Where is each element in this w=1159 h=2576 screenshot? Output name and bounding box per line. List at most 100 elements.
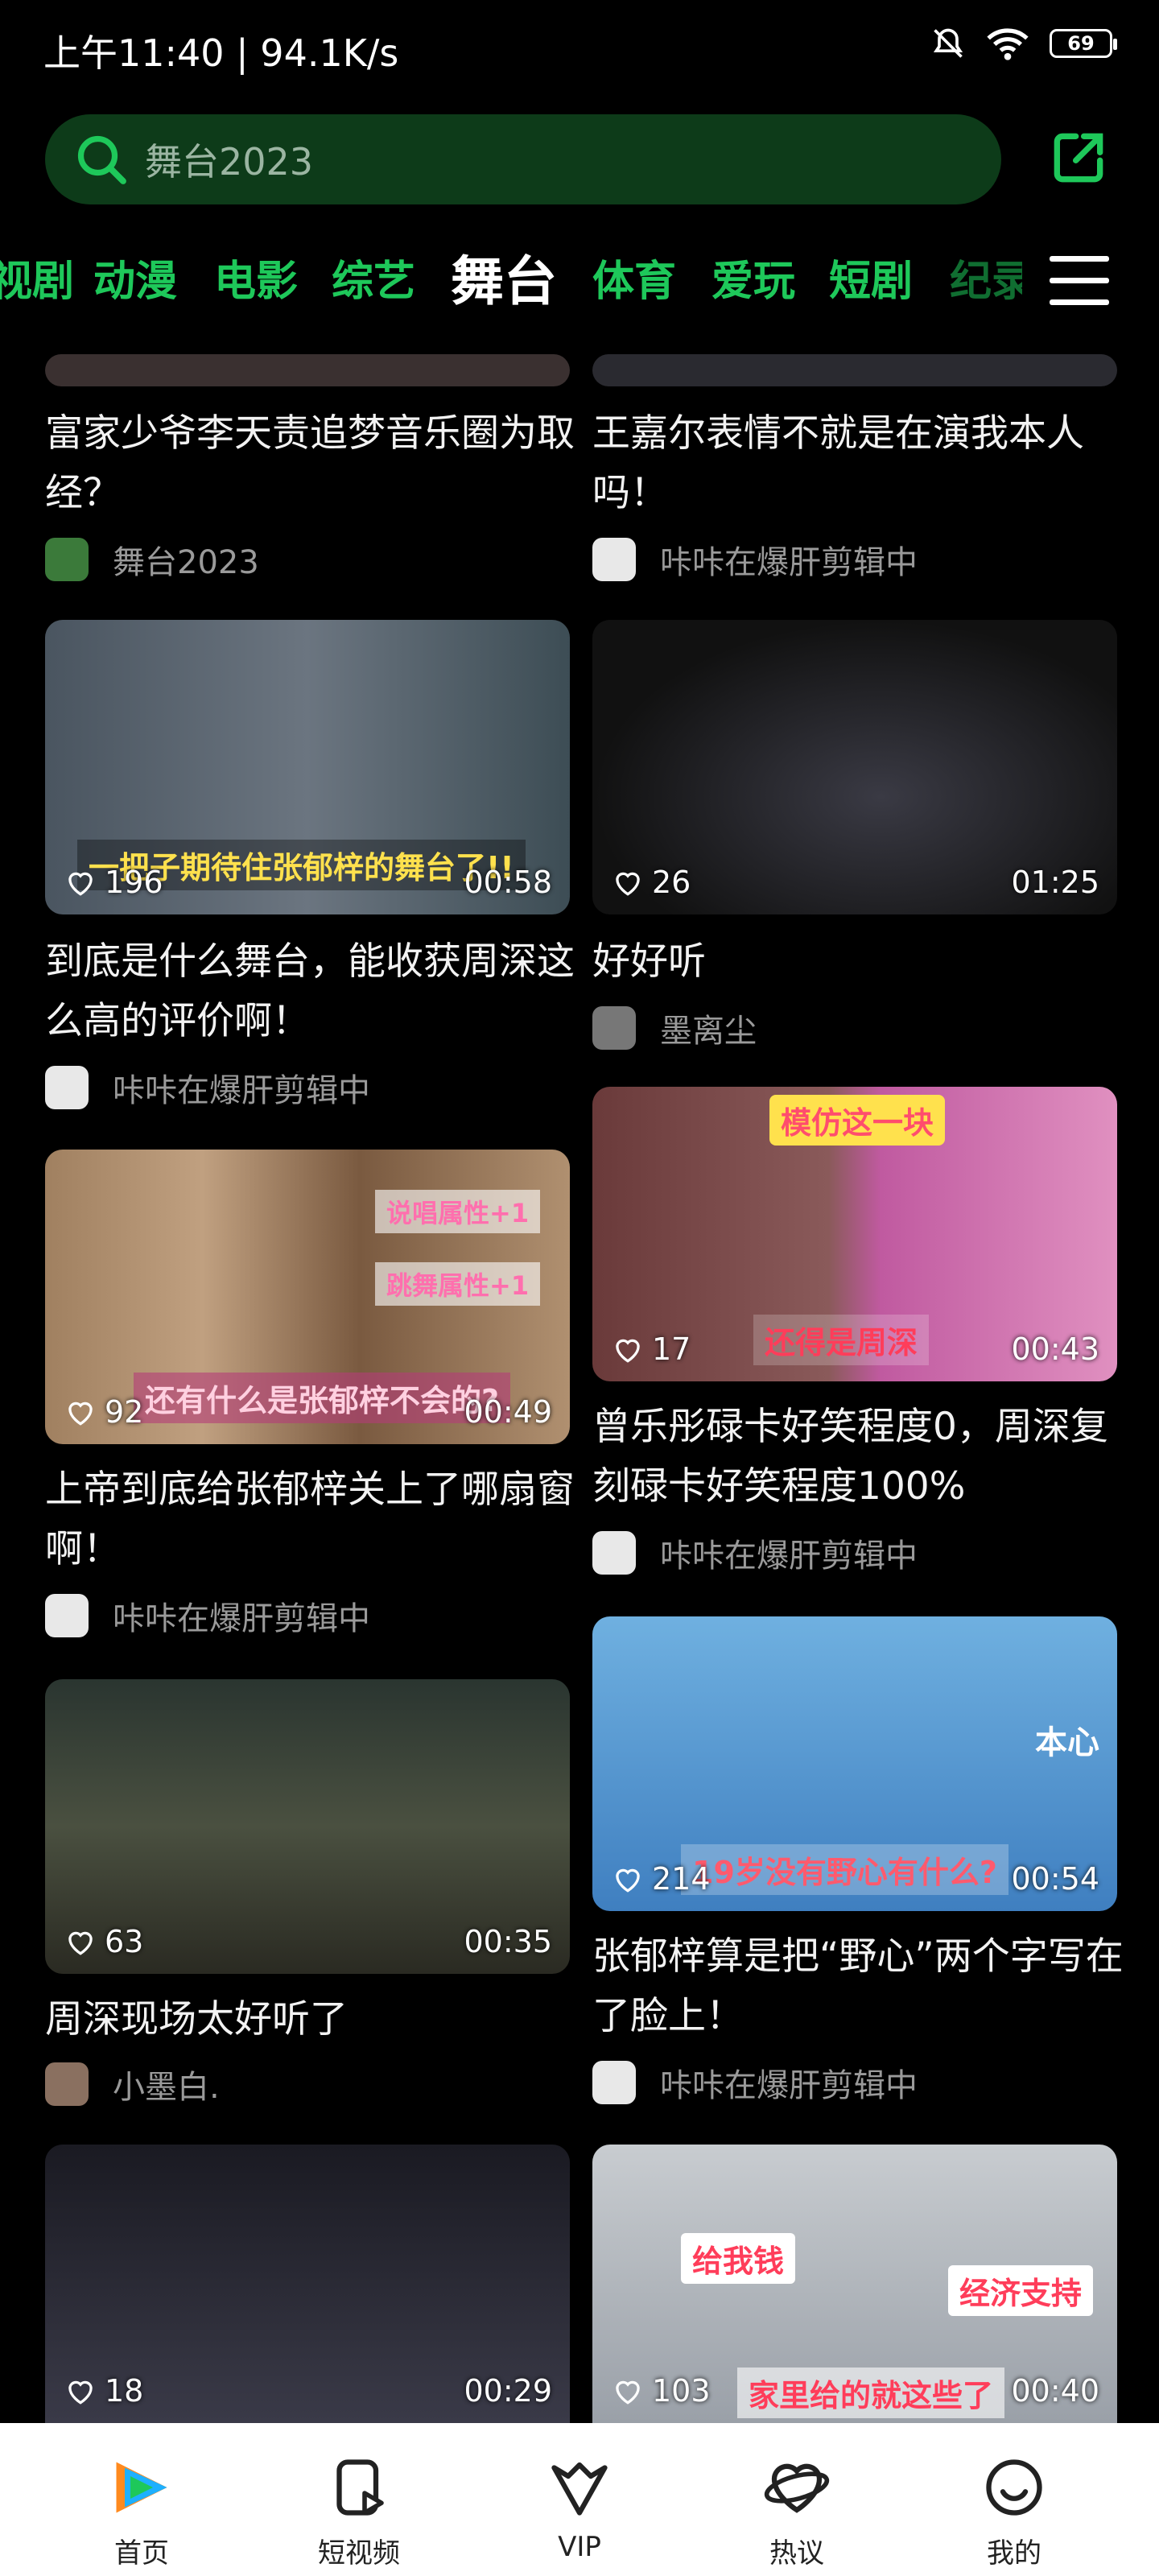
video-thumbnail[interactable]: 26 01:25 — [592, 620, 1117, 914]
avatar — [45, 2062, 89, 2106]
like-count: 103 — [612, 2373, 711, 2409]
video-duration: 00:49 — [464, 1394, 552, 1430]
heart-icon — [68, 1931, 93, 1955]
video-title[interactable]: 张郁梓算是把“野心”两个字写在了脸上！ — [592, 1927, 1124, 2046]
nav-label: 首页 — [114, 2537, 169, 2570]
video-author[interactable]: 咔咔在爆肝剪辑中 — [45, 1064, 370, 1111]
nav-profile[interactable]: 我的 — [934, 2423, 1095, 2576]
avatar — [45, 1066, 89, 1109]
heart-icon — [68, 872, 93, 896]
thumbnail-caption: 模仿这一块 — [769, 1095, 946, 1146]
video-thumbnail[interactable]: 本心 19岁没有野心有什么? 214 00:54 — [592, 1616, 1117, 1911]
video-thumbnail[interactable]: 给我钱 经济支持 家里给的就这些了 103 00:40 — [592, 2145, 1117, 2423]
heart-icon — [68, 1402, 93, 1426]
nav-label: 我的 — [987, 2537, 1041, 2570]
video-title[interactable]: 富家少爷李天责追梦音乐圈为取经？ — [45, 404, 576, 523]
nav-label: 热议 — [769, 2537, 824, 2570]
like-count: 26 — [612, 865, 691, 900]
nav-label: 短视频 — [318, 2537, 400, 2570]
nav-vip[interactable]: VIP — [499, 2423, 660, 2576]
tab-movie[interactable]: 电影 — [214, 242, 298, 322]
short-video-icon — [336, 2459, 384, 2516]
smiley-face-icon — [986, 2459, 1042, 2516]
nav-label: VIP — [558, 2531, 601, 2563]
tab-stage[interactable]: 舞台 — [451, 242, 557, 322]
video-duration: 00:43 — [1011, 1331, 1099, 1367]
heart-icon — [68, 2380, 93, 2405]
author-name: 咔咔在爆肝剪辑中 — [660, 544, 918, 581]
avatar — [45, 1594, 89, 1637]
video-author[interactable]: 咔咔在爆肝剪辑中 — [592, 1530, 918, 1576]
nav-discussion[interactable]: 热议 — [716, 2423, 877, 2576]
search-query: 舞台2023 — [145, 140, 314, 184]
author-name: 舞台2023 — [113, 544, 259, 581]
video-title[interactable]: 王嘉尔表情不就是在演我本人吗！ — [592, 404, 1124, 523]
tab-sports[interactable]: 体育 — [592, 242, 676, 322]
battery-icon: 69 — [1050, 29, 1117, 58]
share-icon[interactable] — [1046, 126, 1111, 190]
search-icon — [77, 135, 126, 184]
status-icons: 69 — [930, 26, 1117, 61]
video-title[interactable]: 曾乐彤碌卡好笑程度0，周深复刻碌卡好笑程度100% — [592, 1397, 1124, 1517]
video-title[interactable]: 好好听 — [592, 932, 1124, 992]
video-author[interactable]: 舞台2023 — [45, 536, 259, 583]
video-author[interactable]: 小墨白. — [45, 2061, 220, 2107]
video-title[interactable]: 上帝到底给张郁梓关上了哪扇窗啊！ — [45, 1460, 576, 1579]
author-name: 墨离尘 — [660, 1013, 757, 1050]
tencent-video-logo-icon — [116, 2462, 167, 2513]
video-thumbnail[interactable]: 63 00:35 — [45, 1679, 570, 1974]
wifi-icon — [987, 28, 1029, 60]
video-thumbnail[interactable] — [45, 354, 570, 386]
video-thumbnail[interactable]: 一把子期待住张郁梓的舞台了!! 196 00:58 — [45, 620, 570, 914]
category-tabs: 视剧 动漫 电影 综艺 舞台 体育 爱玩 短剧 纪录 — [0, 242, 1022, 322]
avatar — [592, 538, 636, 581]
video-duration: 00:29 — [464, 2373, 552, 2409]
tab-short-drama[interactable]: 短剧 — [829, 242, 913, 322]
tab-play[interactable]: 爱玩 — [711, 242, 795, 322]
thumbnail-caption: 家里给的就这些了 — [737, 2368, 1005, 2418]
video-thumbnail[interactable]: 18 00:29 — [45, 2145, 570, 2423]
tab-variety[interactable]: 综艺 — [332, 242, 415, 322]
like-count: 214 — [612, 1861, 711, 1897]
like-count: 17 — [612, 1331, 691, 1367]
tab-documentary[interactable]: 纪录 — [950, 242, 1022, 322]
status-time: 上午11:40 | 94.1K/s — [43, 31, 399, 75]
search-bar[interactable]: 舞台2023 — [45, 114, 1001, 204]
video-author[interactable]: 咔咔在爆肝剪辑中 — [592, 2059, 918, 2106]
video-duration: 00:40 — [1011, 2373, 1099, 2409]
heart-planet-icon — [764, 2463, 830, 2513]
video-duration: 00:58 — [464, 865, 552, 900]
video-title[interactable]: 到底是什么舞台，能收获周深这么高的评价啊！ — [45, 932, 576, 1051]
video-duration: 00:35 — [464, 1924, 552, 1959]
thumbnail-caption: 19岁没有野心有什么? — [681, 1844, 1008, 1895]
video-title[interactable]: 周深现场太好听了 — [45, 1990, 576, 2050]
like-count: 196 — [64, 865, 163, 900]
thumbnail-caption: 经济支持 — [947, 2265, 1093, 2316]
video-author[interactable]: 咔咔在爆肝剪辑中 — [45, 1592, 370, 1639]
video-author[interactable]: 墨离尘 — [592, 1005, 757, 1051]
thumbnail-tag: 说唱属性+1 — [375, 1190, 541, 1233]
thumbnail-caption: 还有什么是张郁梓不会的? — [134, 1373, 511, 1423]
author-name: 咔咔在爆肝剪辑中 — [660, 1538, 918, 1575]
like-count: 18 — [64, 2373, 143, 2409]
avatar — [45, 538, 89, 581]
author-name: 小墨白. — [113, 2069, 220, 2106]
avatar — [592, 1006, 636, 1050]
heart-icon — [616, 1868, 640, 1893]
video-thumbnail[interactable] — [592, 354, 1117, 386]
thumbnail-caption: 给我钱 — [681, 2233, 796, 2284]
tab-anime[interactable]: 动漫 — [93, 242, 177, 322]
video-thumbnail[interactable]: 模仿这一块 还得是周深 17 00:43 — [592, 1087, 1117, 1381]
thumbnail-tag: 本心 — [1035, 1724, 1099, 1761]
tab-tv[interactable]: 视剧 — [0, 242, 74, 322]
thumbnail-caption: 还得是周深 — [753, 1315, 930, 1365]
like-count: 63 — [64, 1924, 143, 1959]
author-name: 咔咔在爆肝剪辑中 — [660, 2067, 918, 2104]
menu-icon[interactable] — [1050, 256, 1109, 306]
nav-short-video[interactable]: 短视频 — [278, 2423, 439, 2576]
nav-home[interactable]: 首页 — [61, 2423, 222, 2576]
like-count: 92 — [64, 1394, 143, 1430]
video-author[interactable]: 咔咔在爆肝剪辑中 — [592, 536, 918, 583]
video-thumbnail[interactable]: 说唱属性+1 跳舞属性+1 还有什么是张郁梓不会的? 92 00:49 — [45, 1150, 570, 1444]
video-duration: 01:25 — [1011, 865, 1099, 900]
